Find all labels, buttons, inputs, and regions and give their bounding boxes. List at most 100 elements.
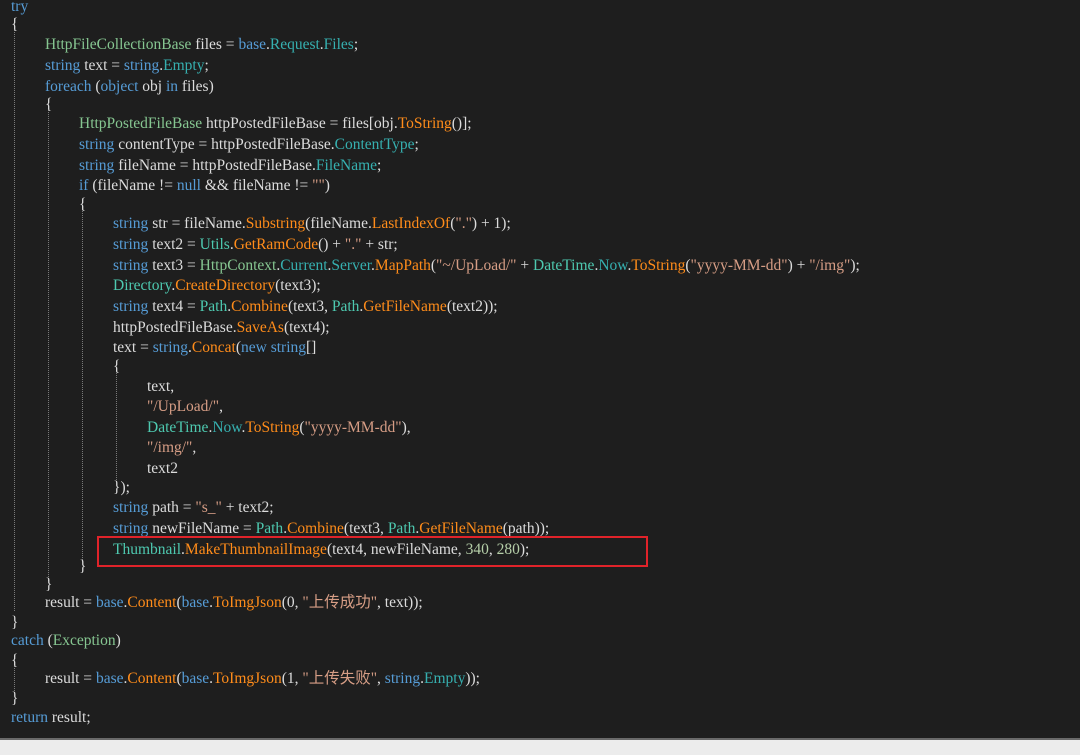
code-line[interactable]: string text3 = HttpContext.Current.Serve… (113, 256, 860, 276)
code-line[interactable]: Directory.CreateDirectory(text3); (113, 276, 321, 296)
code-token: Combine (231, 298, 288, 315)
code-token: "~/UpLoad/" (436, 257, 517, 274)
code-line[interactable]: return result; (11, 708, 91, 728)
code-line[interactable]: text = string.Concat(new string[] (113, 338, 316, 358)
code-line[interactable]: text2 (147, 459, 178, 479)
code-line[interactable]: string path = "s_" + text2; (113, 498, 274, 518)
code-token: { (79, 196, 87, 213)
code-token: MapPath (374, 257, 431, 274)
code-token: text4 = (148, 298, 200, 315)
code-token: fileName = httpPostedFileBase. (114, 157, 316, 174)
code-token: text, (147, 378, 175, 395)
code-token: null (176, 177, 201, 194)
code-token: Path (255, 520, 284, 537)
code-line[interactable]: }); (113, 478, 130, 498)
code-line[interactable]: { (113, 357, 120, 377)
code-line[interactable]: result = base.Content(base.ToImgJson(1, … (45, 669, 480, 689)
code-token: string (113, 298, 149, 315)
code-token: HttpPostedFileBase (79, 115, 203, 132)
code-token: "yyyy-MM-dd" (304, 419, 402, 436)
code-token: Path (387, 520, 416, 537)
code-token: , (192, 439, 197, 456)
indent-guide (116, 370, 117, 480)
code-token: Now (598, 257, 628, 274)
code-token: (text3, (343, 520, 388, 537)
code-line[interactable]: text, (147, 377, 174, 397)
code-line[interactable]: HttpPostedFileBase httpPostedFileBase = … (79, 114, 472, 134)
code-line[interactable]: string text = string.Empty; (45, 56, 209, 76)
code-line[interactable]: DateTime.Now.ToString("yyyy-MM-dd"), (147, 418, 411, 438)
code-line[interactable]: } (11, 689, 18, 709)
code-line[interactable]: { (79, 195, 86, 215)
indent-guide (48, 101, 49, 581)
code-token: files = (191, 36, 239, 53)
code-token: && fileName != (200, 177, 313, 194)
code-token: DateTime (533, 257, 595, 274)
code-token: "/img" (809, 257, 851, 274)
code-line[interactable]: catch (Exception) (11, 631, 121, 651)
code-token: Path (331, 298, 360, 315)
code-token: Directory (113, 277, 172, 294)
code-token: "" (312, 177, 325, 194)
code-token: Now (212, 419, 242, 436)
code-token: string (79, 157, 115, 174)
code-token: ToString (631, 257, 686, 274)
code-token: base (95, 594, 124, 611)
code-line[interactable]: } (45, 575, 52, 595)
code-token: } (79, 558, 87, 575)
code-line[interactable]: string contentType = httpPostedFileBase.… (79, 135, 419, 155)
code-line[interactable]: { (45, 95, 52, 115)
code-token: string (79, 136, 115, 153)
code-token: Exception (52, 632, 116, 649)
code-token: base (95, 670, 124, 687)
code-line[interactable]: string text2 = Utils.GetRamCode() + "." … (113, 235, 398, 255)
code-token: text2 = (148, 236, 200, 253)
code-token: HttpFileCollectionBase (45, 36, 192, 53)
code-token: }); (113, 479, 130, 496)
code-line[interactable]: string str = fileName.Substring(fileName… (113, 214, 511, 234)
bottom-border-bar (0, 738, 1080, 755)
code-token: ToImgJson (213, 670, 282, 687)
code-line[interactable]: } (11, 613, 18, 633)
code-token: DateTime (147, 419, 209, 436)
code-token: Request (269, 36, 320, 53)
code-token: , (219, 398, 223, 415)
code-line[interactable]: foreach (object obj in files) (45, 77, 214, 97)
code-line[interactable]: httpPostedFileBase.SaveAs(text4); (113, 318, 330, 338)
code-line[interactable]: HttpFileCollectionBase files = base.Requ… (45, 35, 358, 55)
code-token: try (11, 0, 29, 15)
code-token: files) (178, 78, 214, 95)
code-token: text3 = (148, 257, 200, 274)
code-token: ContentType (334, 136, 415, 153)
code-token: text2 (147, 460, 178, 477)
code-token: ) + 1); (471, 215, 511, 232)
highlight-box (97, 536, 648, 567)
code-token: result = (45, 670, 96, 687)
code-line[interactable]: "/img/", (147, 438, 196, 458)
code-token: LastIndexOf (371, 215, 451, 232)
code-line[interactable]: string fileName = httpPostedFileBase.Fil… (79, 156, 381, 176)
code-line[interactable]: string text4 = Path.Combine(text3, Path.… (113, 297, 498, 317)
code-token: Empty (423, 670, 466, 687)
code-token: ToImgJson (213, 594, 282, 611)
code-line[interactable]: result = base.Content(base.ToImgJson(0, … (45, 593, 423, 613)
code-token: { (113, 358, 121, 375)
code-token: return (11, 709, 49, 726)
code-line[interactable]: { (11, 651, 18, 671)
code-token: newFileName = (148, 520, 256, 537)
code-token: "." (455, 215, 472, 232)
code-token: "yyyy-MM-dd" (690, 257, 788, 274)
code-editor[interactable]: try{HttpFileCollectionBase files = base.… (0, 0, 1080, 738)
code-token: string (113, 257, 149, 274)
code-line[interactable]: } (79, 557, 86, 577)
indent-guide (82, 206, 83, 562)
code-line[interactable]: "/UpLoad/", (147, 397, 223, 417)
code-line[interactable]: { (11, 15, 18, 35)
code-token: } (11, 614, 19, 631)
code-token: ToString (245, 419, 300, 436)
code-line[interactable]: if (fileName != null && fileName != "") (79, 176, 330, 196)
code-token: "/img/" (147, 439, 193, 456)
code-token: string (113, 215, 149, 232)
code-token: (1, (281, 670, 303, 687)
code-token: { (11, 16, 19, 33)
